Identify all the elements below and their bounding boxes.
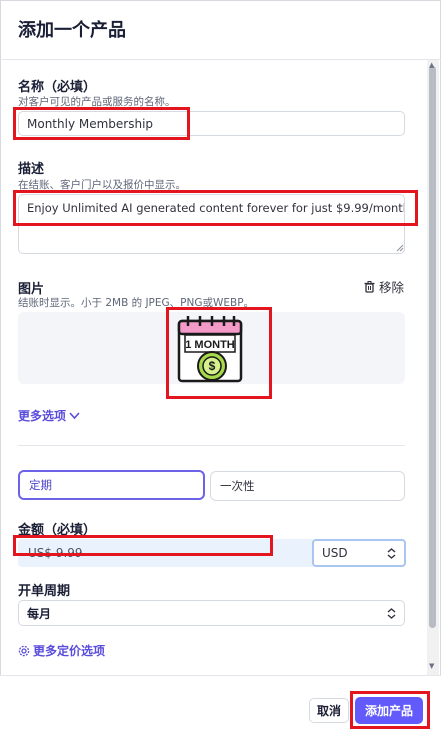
add-product-button[interactable]: 添加产品 — [355, 697, 423, 724]
more-pricing-options-link[interactable]: 更多定价选项 — [18, 642, 105, 659]
dialog-header: 添加一个产品 — [0, 0, 441, 60]
chevron-down-icon — [69, 411, 80, 419]
scroll-down-arrow-icon[interactable]: ▼ — [429, 662, 434, 670]
svg-text:$: $ — [209, 359, 216, 373]
resize-handle-icon[interactable] — [396, 244, 404, 252]
name-input[interactable]: Monthly Membership — [18, 111, 405, 136]
calendar-product-image: 1 MONTH $ — [177, 316, 243, 383]
scroll-up-arrow-icon[interactable]: ▲ — [429, 61, 434, 69]
dialog-title: 添加一个产品 — [18, 20, 126, 41]
description-textarea[interactable]: Enjoy Unlimited AI generated content for… — [18, 194, 405, 254]
billing-period-label: 开单周期 — [18, 584, 71, 599]
select-updown-icon — [387, 607, 396, 619]
section-divider — [18, 445, 405, 446]
calendar-label: 1 MONTH — [185, 339, 235, 351]
amount-input[interactable]: US$ 9.99 — [18, 539, 313, 567]
one-time-option[interactable]: 一次性 — [210, 471, 405, 501]
billing-period-select[interactable]: 每月 — [18, 600, 405, 626]
more-options-label: 更多选项 — [18, 409, 67, 423]
name-hint: 对客户可见的产品或服务的名称。 — [18, 96, 176, 108]
amount-label: 金额（必填） — [18, 523, 97, 538]
name-label: 名称（必填） — [18, 80, 97, 95]
more-pricing-options-label: 更多定价选项 — [33, 644, 106, 658]
billing-period-value: 每月 — [27, 606, 52, 621]
gear-icon — [18, 645, 30, 656]
trash-icon — [364, 280, 375, 293]
remove-image-button[interactable]: 移除 — [364, 277, 404, 296]
cancel-button[interactable]: 取消 — [309, 698, 349, 723]
scrollbar-thumb[interactable] — [429, 66, 436, 628]
currency-select[interactable]: USD — [312, 539, 406, 567]
description-label: 描述 — [18, 162, 45, 177]
remove-image-label: 移除 — [379, 280, 405, 295]
description-hint: 在结账、客户门户以及报价中显示。 — [18, 179, 186, 191]
recurring-option[interactable]: 定期 — [18, 470, 205, 500]
select-updown-icon — [387, 547, 396, 559]
image-hint: 结账时显示。小于 2MB 的 JPEG、PNG或WEBP。 — [18, 297, 255, 309]
currency-value: USD — [322, 546, 348, 560]
more-options-link[interactable]: 更多选项 — [18, 407, 80, 424]
